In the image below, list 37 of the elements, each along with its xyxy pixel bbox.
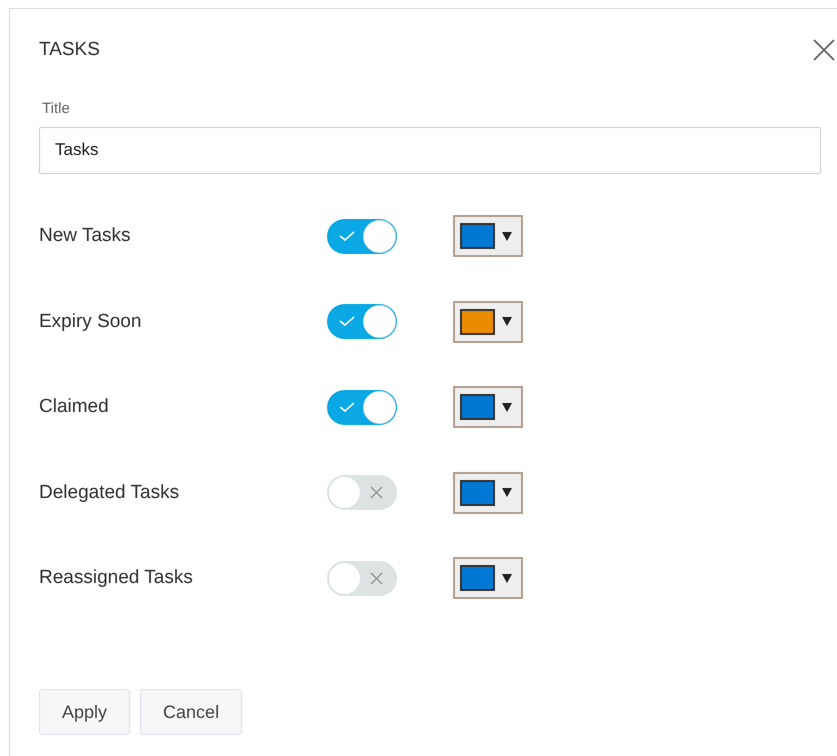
toggle-switch[interactable] bbox=[327, 560, 397, 596]
close-icon bbox=[812, 38, 836, 62]
toggle-knob bbox=[328, 562, 361, 595]
field-label: Title bbox=[42, 99, 71, 119]
toggle-switch[interactable] bbox=[327, 475, 397, 510]
action-button[interactable]: Apply bbox=[39, 689, 130, 735]
close-button[interactable] bbox=[811, 37, 837, 63]
color-picker[interactable] bbox=[453, 557, 523, 600]
x-icon bbox=[370, 572, 383, 585]
color-picker[interactable] bbox=[453, 215, 523, 258]
row-label: New Tasks bbox=[39, 224, 132, 248]
title-input[interactable]: Tasks bbox=[39, 126, 821, 174]
color-picker[interactable] bbox=[453, 472, 523, 514]
toggle-knob bbox=[363, 305, 396, 338]
caret-icon bbox=[502, 488, 512, 498]
caret-icon bbox=[502, 232, 512, 241]
toggle-knob bbox=[363, 390, 396, 424]
dialog-title: TASKS bbox=[39, 38, 100, 62]
color-picker[interactable] bbox=[453, 300, 523, 343]
check-icon bbox=[339, 230, 355, 242]
caret-icon bbox=[502, 402, 512, 412]
action-button[interactable]: Cancel bbox=[140, 689, 242, 735]
toggle-knob bbox=[328, 476, 361, 510]
toggle-switch[interactable] bbox=[327, 304, 397, 340]
toggle-switch[interactable] bbox=[327, 390, 397, 425]
check-icon bbox=[339, 315, 355, 328]
color-picker[interactable] bbox=[453, 386, 523, 428]
caret-icon bbox=[502, 317, 512, 326]
row-label: Reassigned Tasks bbox=[39, 566, 194, 590]
toggle-switch[interactable] bbox=[327, 218, 397, 254]
x-icon bbox=[370, 486, 383, 500]
check-icon bbox=[339, 400, 355, 413]
row-label: Delegated Tasks bbox=[39, 480, 180, 504]
toggle-knob bbox=[363, 220, 396, 253]
caret-icon bbox=[502, 574, 512, 583]
row-label: Expiry Soon bbox=[39, 310, 142, 334]
row-label: Claimed bbox=[39, 395, 110, 419]
